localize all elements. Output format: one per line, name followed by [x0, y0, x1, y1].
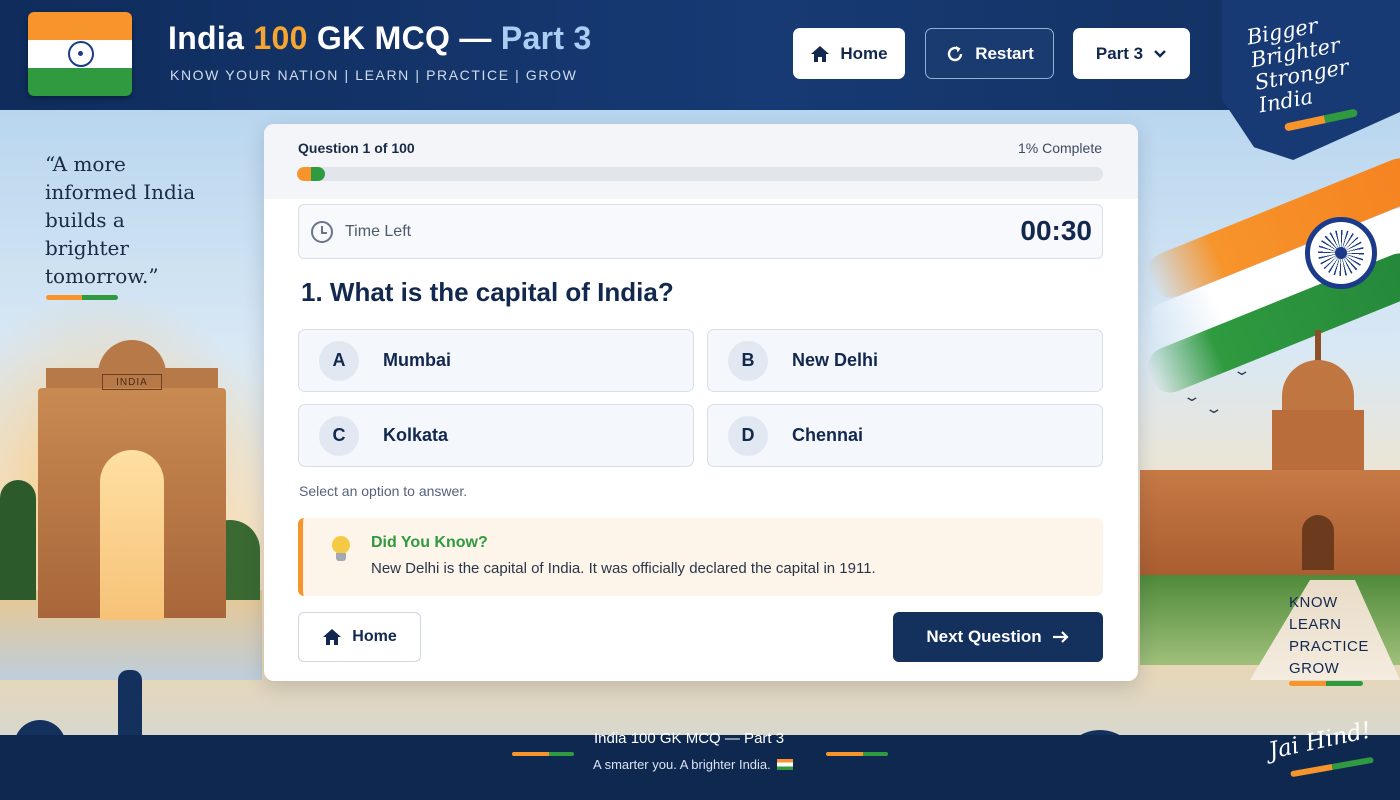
home-icon [323, 629, 342, 645]
palace-drum [1272, 410, 1364, 472]
option-letter: C [319, 415, 359, 456]
title-part: Part 3 [500, 20, 592, 56]
flag-white [28, 40, 132, 68]
timer-label: Time Left [345, 223, 412, 240]
india-gate-illustration: INDIA [38, 340, 226, 620]
bulb-glass [332, 536, 350, 554]
header-home-button[interactable]: Home [793, 28, 905, 79]
arrow-right-icon [1052, 631, 1069, 643]
progress-percent: 1% Complete [1017, 140, 1102, 156]
clock-icon [311, 221, 333, 243]
option-b[interactable]: B New Delhi [707, 329, 1103, 392]
next-question-label: Next Question [926, 627, 1042, 646]
answer-hint: Select an option to answer. [299, 483, 468, 499]
footer-title: India 100 GK MCQ — Part 3 [594, 730, 785, 747]
side-underline [1289, 681, 1363, 686]
option-letter: A [319, 340, 359, 381]
rashtrapati-bhavan-illustration [1140, 470, 1400, 580]
restart-label: Restart [975, 43, 1034, 63]
option-letter: D [728, 415, 768, 456]
palace-door [1302, 515, 1334, 570]
quiz-card: Question 1 of 100 1% Complete Time Left … [264, 124, 1138, 681]
option-text: Chennai [792, 425, 864, 445]
bird-icon: ⌄ [1204, 400, 1224, 416]
timer-value: 00:30 [1020, 215, 1092, 246]
header-home-label: Home [840, 43, 888, 63]
footer-subtitle-text: A smarter you. A brighter India. [593, 757, 771, 772]
restart-button[interactable]: Restart [925, 28, 1054, 79]
gate-inscription: INDIA [102, 374, 162, 390]
footer-divider-right [826, 752, 888, 756]
timer-box: Time Left 00:30 [298, 204, 1103, 259]
option-text: Kolkata [383, 425, 449, 445]
title-rest: GK MCQ — [307, 20, 501, 56]
palace-spire [1315, 330, 1321, 364]
bird-icon: ⌄ [1182, 388, 1202, 404]
next-question-button[interactable]: Next Question [893, 612, 1103, 662]
option-c[interactable]: C Kolkata [298, 404, 694, 467]
question-text: 1. What is the capital of India? [301, 277, 674, 307]
part-select-dropdown[interactable]: Part 3 [1073, 28, 1190, 79]
flag-saffron [28, 12, 132, 40]
home-button[interactable]: Home [298, 612, 421, 662]
side-words: KNOW LEARN PRACTICE GROW [1289, 592, 1369, 680]
quiz-card-header: Question 1 of 100 1% Complete [264, 124, 1138, 199]
app-tagline: KNOW YOUR NATION | LEARN | PRACTICE | GR… [170, 67, 578, 83]
did-you-know-text: New Delhi is the capital of India. It wa… [371, 560, 876, 577]
india-flag-icon [28, 12, 132, 96]
side-word: PRACTICE [1289, 638, 1369, 655]
gate-arch [100, 450, 164, 620]
option-a[interactable]: A Mumbai [298, 329, 694, 392]
quote-line: informed India [45, 180, 196, 204]
option-text: New Delhi [792, 350, 879, 370]
quote-line: builds a [45, 208, 125, 232]
side-word: LEARN [1289, 616, 1342, 633]
home-label: Home [352, 628, 397, 645]
quote-line: tomorrow.” [45, 264, 159, 288]
did-you-know-title: Did You Know? [371, 534, 488, 551]
footer-divider-left [512, 752, 574, 756]
progress-bar [297, 167, 1103, 181]
title-main: India [168, 20, 254, 56]
app-header: India 100 GK MCQ — Part 3 KNOW YOUR NATI… [0, 0, 1400, 110]
quote-line: brighter [45, 236, 129, 260]
did-you-know-box: Did You Know? New Delhi is the capital o… [298, 518, 1103, 596]
flag-green [28, 68, 132, 96]
ashoka-chakra-icon [1305, 217, 1377, 289]
option-d[interactable]: D Chennai [707, 404, 1103, 467]
flag-chakra-icon [68, 41, 94, 67]
option-text: Mumbai [383, 350, 452, 370]
app-title: India 100 GK MCQ — Part 3 [168, 20, 592, 57]
quote-line: “A more [45, 152, 126, 176]
home-icon [811, 45, 830, 62]
footer-subtitle: A smarter you. A brighter India. [593, 757, 793, 772]
title-number: 100 [253, 20, 308, 56]
bulb-base [336, 553, 346, 561]
bird-icon: ⌄ [1232, 362, 1252, 378]
progress-fill [297, 167, 326, 181]
question-counter: Question 1 of 100 [298, 140, 415, 156]
part-select-label: Part 3 [1095, 43, 1144, 63]
side-word: KNOW [1289, 594, 1338, 611]
chevron-down-icon [1154, 49, 1166, 58]
side-word: GROW [1289, 660, 1340, 677]
restart-icon [948, 45, 963, 61]
inspirational-quote: “A more informed India builds a brighter… [45, 150, 245, 290]
lightbulb-icon [329, 536, 353, 566]
trees-left [0, 480, 36, 600]
mini-flag-icon [776, 759, 793, 770]
quote-underline [46, 295, 118, 300]
option-letter: B [728, 340, 768, 381]
